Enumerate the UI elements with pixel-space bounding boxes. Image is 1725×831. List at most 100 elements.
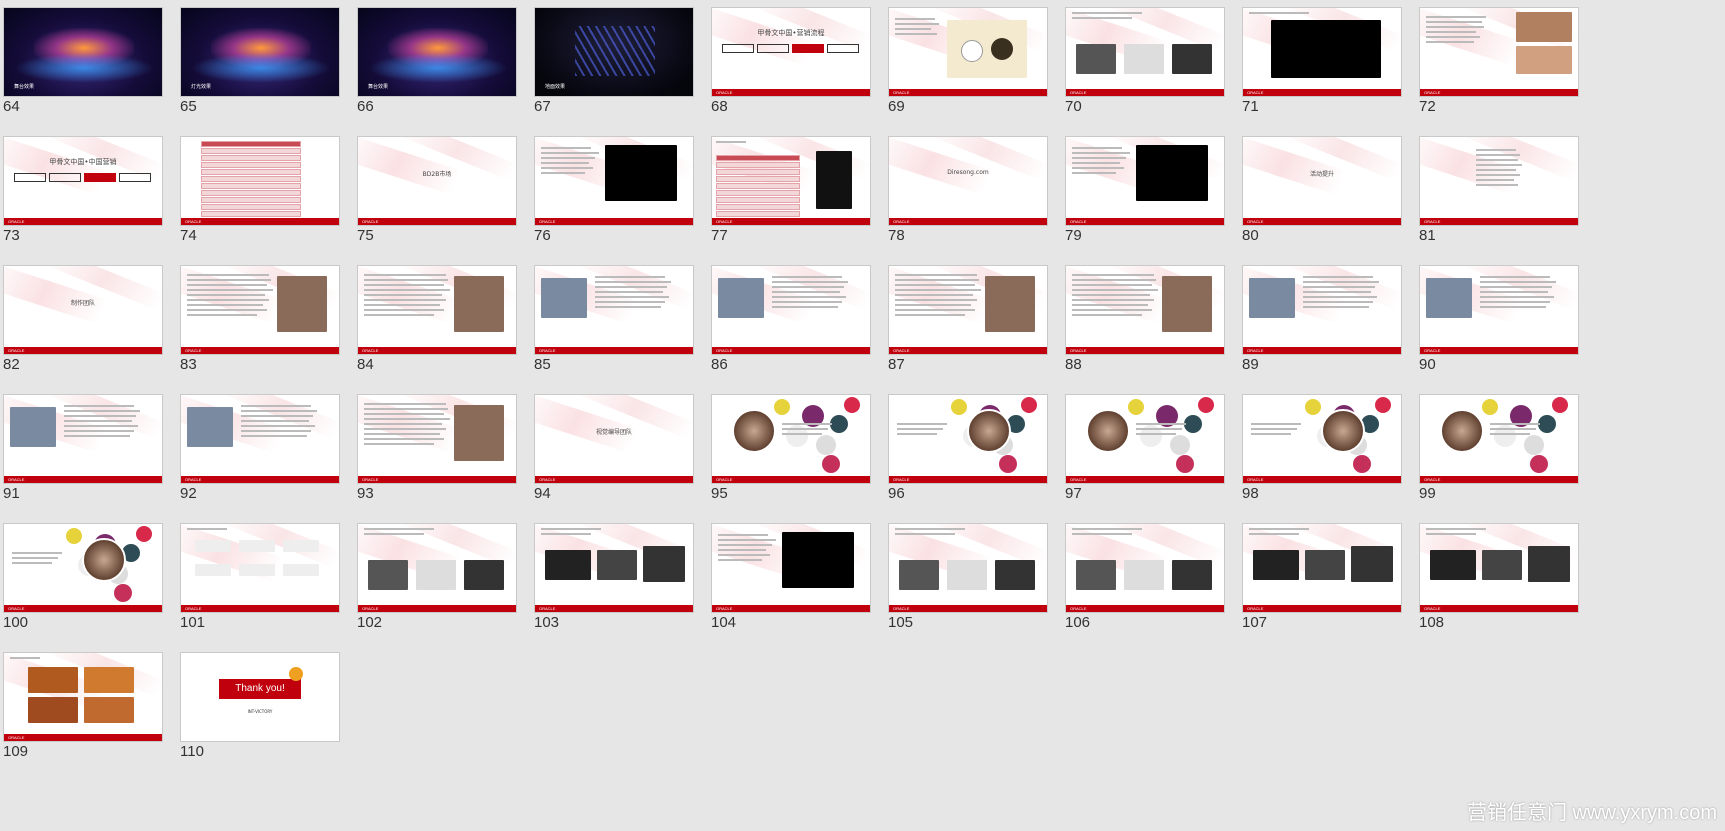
slide-thumbnail-cell[interactable]: ORACLE 79 bbox=[1065, 136, 1225, 258]
slide-thumbnail[interactable]: ORACLE bbox=[534, 523, 694, 613]
slide-thumbnail[interactable]: ORACLE bbox=[180, 523, 340, 613]
slide-thumbnail[interactable]: ORACLE bbox=[1065, 523, 1225, 613]
slide-thumbnail-cell[interactable]: 地面效果 67 bbox=[534, 7, 694, 129]
slide-thumbnail-cell[interactable]: ORACLE 90 bbox=[1419, 265, 1579, 387]
slide-thumbnail[interactable]: ORACLE bbox=[1242, 523, 1402, 613]
slide-thumbnail[interactable]: ORACLE bbox=[1065, 394, 1225, 484]
slide-thumbnail-cell[interactable]: 甲骨文中国•营销流程 ORACLE 68 bbox=[711, 7, 871, 129]
slide-thumbnail-cell[interactable]: ORACLE 77 bbox=[711, 136, 871, 258]
slide-thumbnail-cell[interactable]: 视觉编导团队 ORACLE 94 bbox=[534, 394, 694, 516]
slide-thumbnail-cell[interactable]: ORACLE 92 bbox=[180, 394, 340, 516]
slide-thumbnail[interactable]: 舞台效果 bbox=[357, 7, 517, 97]
slide-thumbnail-cell[interactable]: ORACLE 69 bbox=[888, 7, 1048, 129]
slide-thumbnail[interactable]: ORACLE bbox=[3, 652, 163, 742]
oracle-logo: ORACLE bbox=[362, 606, 379, 611]
text-lines bbox=[782, 423, 832, 438]
new-badge bbox=[289, 667, 303, 681]
slide-thumbnail[interactable]: ORACLE bbox=[1419, 265, 1579, 355]
slide-thumbnail[interactable]: ORACLE bbox=[357, 394, 517, 484]
slide-thumbnail-cell[interactable]: ORACLE 105 bbox=[888, 523, 1048, 645]
slide-thumbnail-cell[interactable]: ORACLE 86 bbox=[711, 265, 871, 387]
slide-thumbnail-cell[interactable]: ORACLE 98 bbox=[1242, 394, 1402, 516]
slide-thumbnail[interactable]: ORACLE bbox=[180, 136, 340, 226]
slide-thumbnail[interactable]: ORACLE bbox=[180, 394, 340, 484]
slide-thumbnail-cell[interactable]: ORACLE 72 bbox=[1419, 7, 1579, 129]
slide-thumbnail-cell[interactable]: ORACLE 71 bbox=[1242, 7, 1402, 129]
slide-thumbnail[interactable]: 甲骨文中国•中国营销 ORACLE bbox=[3, 136, 163, 226]
slide-thumbnail-cell[interactable]: 活动提升 ORACLE 80 bbox=[1242, 136, 1402, 258]
slide-thumbnail-cell[interactable]: ORACLE 91 bbox=[3, 394, 163, 516]
slide-thumbnail[interactable]: ORACLE bbox=[3, 523, 163, 613]
slide-thumbnail-cell[interactable]: ORACLE 89 bbox=[1242, 265, 1402, 387]
slide-thumbnail[interactable]: ORACLE bbox=[1419, 7, 1579, 97]
slide-thumbnail[interactable]: ORACLE bbox=[711, 265, 871, 355]
slide-thumbnail[interactable]: ORACLE bbox=[1065, 265, 1225, 355]
slide-thumbnail[interactable]: 地面效果 bbox=[534, 7, 694, 97]
slide-thumbnail-cell[interactable]: ORACLE 96 bbox=[888, 394, 1048, 516]
slide-thumbnail-cell[interactable]: ORACLE 87 bbox=[888, 265, 1048, 387]
slide-thumbnail-cell[interactable]: Diresong.com ORACLE 78 bbox=[888, 136, 1048, 258]
slide-thumbnail-cell[interactable]: ORACLE 76 bbox=[534, 136, 694, 258]
slide-thumbnail[interactable]: ORACLE bbox=[711, 136, 871, 226]
slide-thumbnail[interactable]: ORACLE bbox=[534, 265, 694, 355]
slide-thumbnail-cell[interactable]: ORACLE 84 bbox=[357, 265, 517, 387]
slide-thumbnail-cell[interactable]: ORACLE 104 bbox=[711, 523, 871, 645]
slide-thumbnail-cell[interactable]: ORACLE 109 bbox=[3, 652, 163, 774]
slide-thumbnail[interactable]: 视觉编导团队 ORACLE bbox=[534, 394, 694, 484]
slide-thumbnail-cell[interactable]: ORACLE 99 bbox=[1419, 394, 1579, 516]
slide-thumbnail-cell[interactable]: ORACLE 97 bbox=[1065, 394, 1225, 516]
slide-thumbnail[interactable]: 甲骨文中国•营销流程 ORACLE bbox=[711, 7, 871, 97]
slide-thumbnail-cell[interactable]: ORACLE 95 bbox=[711, 394, 871, 516]
slide-thumbnail[interactable]: BD2B市场 ORACLE bbox=[357, 136, 517, 226]
slide-thumbnail[interactable]: ORACLE bbox=[888, 394, 1048, 484]
slide-thumbnail-cell[interactable]: ORACLE 107 bbox=[1242, 523, 1402, 645]
slide-thumbnail-cell[interactable]: ORACLE 93 bbox=[357, 394, 517, 516]
slide-thumbnail[interactable]: ORACLE bbox=[888, 523, 1048, 613]
slide-thumbnail[interactable]: ORACLE bbox=[888, 265, 1048, 355]
slide-thumbnail[interactable]: 灯光效果 bbox=[180, 7, 340, 97]
slide-thumbnail[interactable]: ORACLE bbox=[534, 136, 694, 226]
slide-thumbnail-cell[interactable]: Thank you! INT-VICTORY 110 bbox=[180, 652, 340, 774]
slide-thumbnail-cell[interactable]: 舞台效果 66 bbox=[357, 7, 517, 129]
slide-thumbnail-cell[interactable]: ORACLE 70 bbox=[1065, 7, 1225, 129]
slide-thumbnail[interactable]: Thank you! INT-VICTORY bbox=[180, 652, 340, 742]
slide-thumbnail-cell[interactable]: 制作团队 ORACLE 82 bbox=[3, 265, 163, 387]
slide-thumbnail[interactable]: ORACLE bbox=[1419, 394, 1579, 484]
slide-thumbnail[interactable]: ORACLE bbox=[357, 265, 517, 355]
slide-thumbnail-cell[interactable]: 舞台效果 64 bbox=[3, 7, 163, 129]
slide-thumbnail[interactable]: 制作团队 ORACLE bbox=[3, 265, 163, 355]
slide-thumbnail[interactable]: ORACLE bbox=[888, 7, 1048, 97]
oracle-logo: ORACLE bbox=[8, 735, 25, 740]
slide-thumbnail[interactable]: ORACLE bbox=[1242, 265, 1402, 355]
flow-node bbox=[283, 540, 319, 552]
oracle-logo: ORACLE bbox=[8, 606, 25, 611]
slide-thumbnail-cell[interactable]: ORACLE 85 bbox=[534, 265, 694, 387]
slide-thumbnail[interactable]: ORACLE bbox=[1242, 7, 1402, 97]
slide-thumbnail-cell[interactable]: BD2B市场 ORACLE 75 bbox=[357, 136, 517, 258]
slide-thumbnail-cell[interactable]: ORACLE 103 bbox=[534, 523, 694, 645]
slide-thumbnail-cell[interactable]: 甲骨文中国•中国营销 ORACLE 73 bbox=[3, 136, 163, 258]
slide-thumbnail-cell[interactable]: ORACLE 108 bbox=[1419, 523, 1579, 645]
slide-thumbnail-cell[interactable]: ORACLE 106 bbox=[1065, 523, 1225, 645]
slide-thumbnail[interactable]: ORACLE bbox=[3, 394, 163, 484]
slide-thumbnail-cell[interactable]: ORACLE 88 bbox=[1065, 265, 1225, 387]
slide-thumbnail[interactable]: ORACLE bbox=[1065, 7, 1225, 97]
slide-thumbnail[interactable]: 活动提升 ORACLE bbox=[1242, 136, 1402, 226]
slide-thumbnail[interactable]: ORACLE bbox=[1419, 136, 1579, 226]
slide-thumbnail[interactable]: ORACLE bbox=[711, 523, 871, 613]
slide-thumbnail[interactable]: ORACLE bbox=[711, 394, 871, 484]
slide-thumbnail[interactable]: ORACLE bbox=[357, 523, 517, 613]
slide-thumbnail-cell[interactable]: ORACLE 102 bbox=[357, 523, 517, 645]
slide-thumbnail-cell[interactable]: ORACLE 74 bbox=[180, 136, 340, 258]
slide-thumbnail-cell[interactable]: ORACLE 83 bbox=[180, 265, 340, 387]
slide-thumbnail[interactable]: 舞台效果 bbox=[3, 7, 163, 97]
slide-thumbnail[interactable]: Diresong.com ORACLE bbox=[888, 136, 1048, 226]
slide-thumbnail[interactable]: ORACLE bbox=[180, 265, 340, 355]
slide-thumbnail[interactable]: ORACLE bbox=[1242, 394, 1402, 484]
slide-thumbnail-cell[interactable]: 灯光效果 65 bbox=[180, 7, 340, 129]
slide-thumbnail-cell[interactable]: ORACLE 81 bbox=[1419, 136, 1579, 258]
slide-thumbnail-cell[interactable]: ORACLE 100 bbox=[3, 523, 163, 645]
slide-thumbnail[interactable]: ORACLE bbox=[1065, 136, 1225, 226]
slide-thumbnail-cell[interactable]: ORACLE 101 bbox=[180, 523, 340, 645]
slide-thumbnail[interactable]: ORACLE bbox=[1419, 523, 1579, 613]
